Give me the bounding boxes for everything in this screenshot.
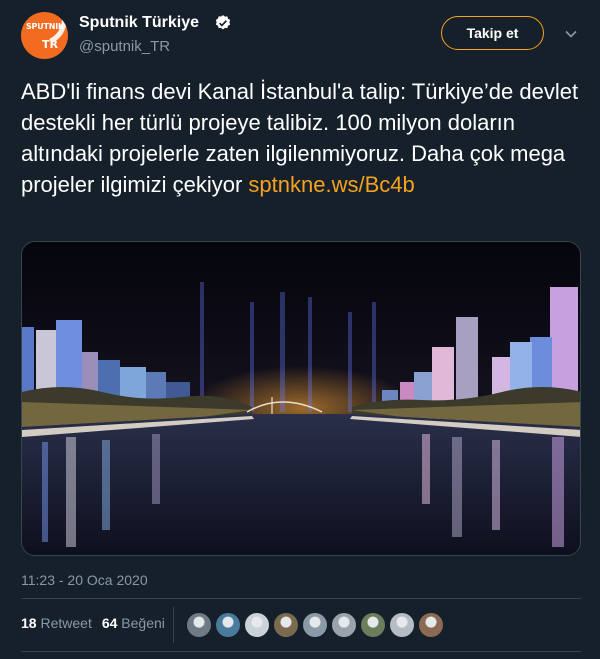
like-count: 64 <box>101 615 118 631</box>
divider <box>21 651 581 652</box>
liker-avatar[interactable] <box>215 612 241 638</box>
liker-avatar[interactable] <box>418 612 444 638</box>
tweet-stats: 18 Retweet 64 Beğeni <box>21 615 165 631</box>
stats-separator <box>173 607 174 643</box>
avatar-word: SPUTNIK <box>26 22 65 31</box>
account-avatar[interactable]: SPUTNIK TR <box>21 12 68 59</box>
tweet-header: SPUTNIK TR Sputnik Türkiye @sputnik_TR T… <box>0 0 600 70</box>
divider <box>21 598 581 599</box>
night-city-canal-image <box>22 242 580 555</box>
retweet-stat[interactable]: 18 Retweet <box>21 615 92 631</box>
account-handle[interactable]: @sputnik_TR <box>79 38 170 55</box>
retweet-count: 18 <box>21 615 37 631</box>
verified-badge-icon <box>215 15 231 30</box>
liker-avatar[interactable] <box>331 612 357 638</box>
liker-avatar[interactable] <box>389 612 415 638</box>
liker-avatar[interactable] <box>360 612 386 638</box>
account-name[interactable]: Sputnik Türkiye <box>79 14 199 32</box>
tweet-timestamp[interactable]: 11:23 - 20 Oca 2020 <box>21 572 148 588</box>
liker-avatar[interactable] <box>273 612 299 638</box>
like-label: Beğeni <box>121 615 165 631</box>
follow-button[interactable]: Takip et <box>441 16 544 50</box>
liker-avatar[interactable] <box>186 612 212 638</box>
tweet-text: ABD'li finans devi Kanal İstanbul'a tali… <box>21 76 586 200</box>
like-stat[interactable]: 64 Beğeni <box>102 615 165 631</box>
avatar-badge: TR <box>42 38 58 51</box>
chevron-down-icon[interactable] <box>563 26 579 42</box>
liker-avatar[interactable] <box>244 612 270 638</box>
liker-avatar[interactable] <box>302 612 328 638</box>
tweet-link[interactable]: sptnkne.ws/Bc4b <box>248 172 414 197</box>
tweet-media-image[interactable] <box>21 241 581 556</box>
retweet-label: Retweet <box>40 615 92 631</box>
